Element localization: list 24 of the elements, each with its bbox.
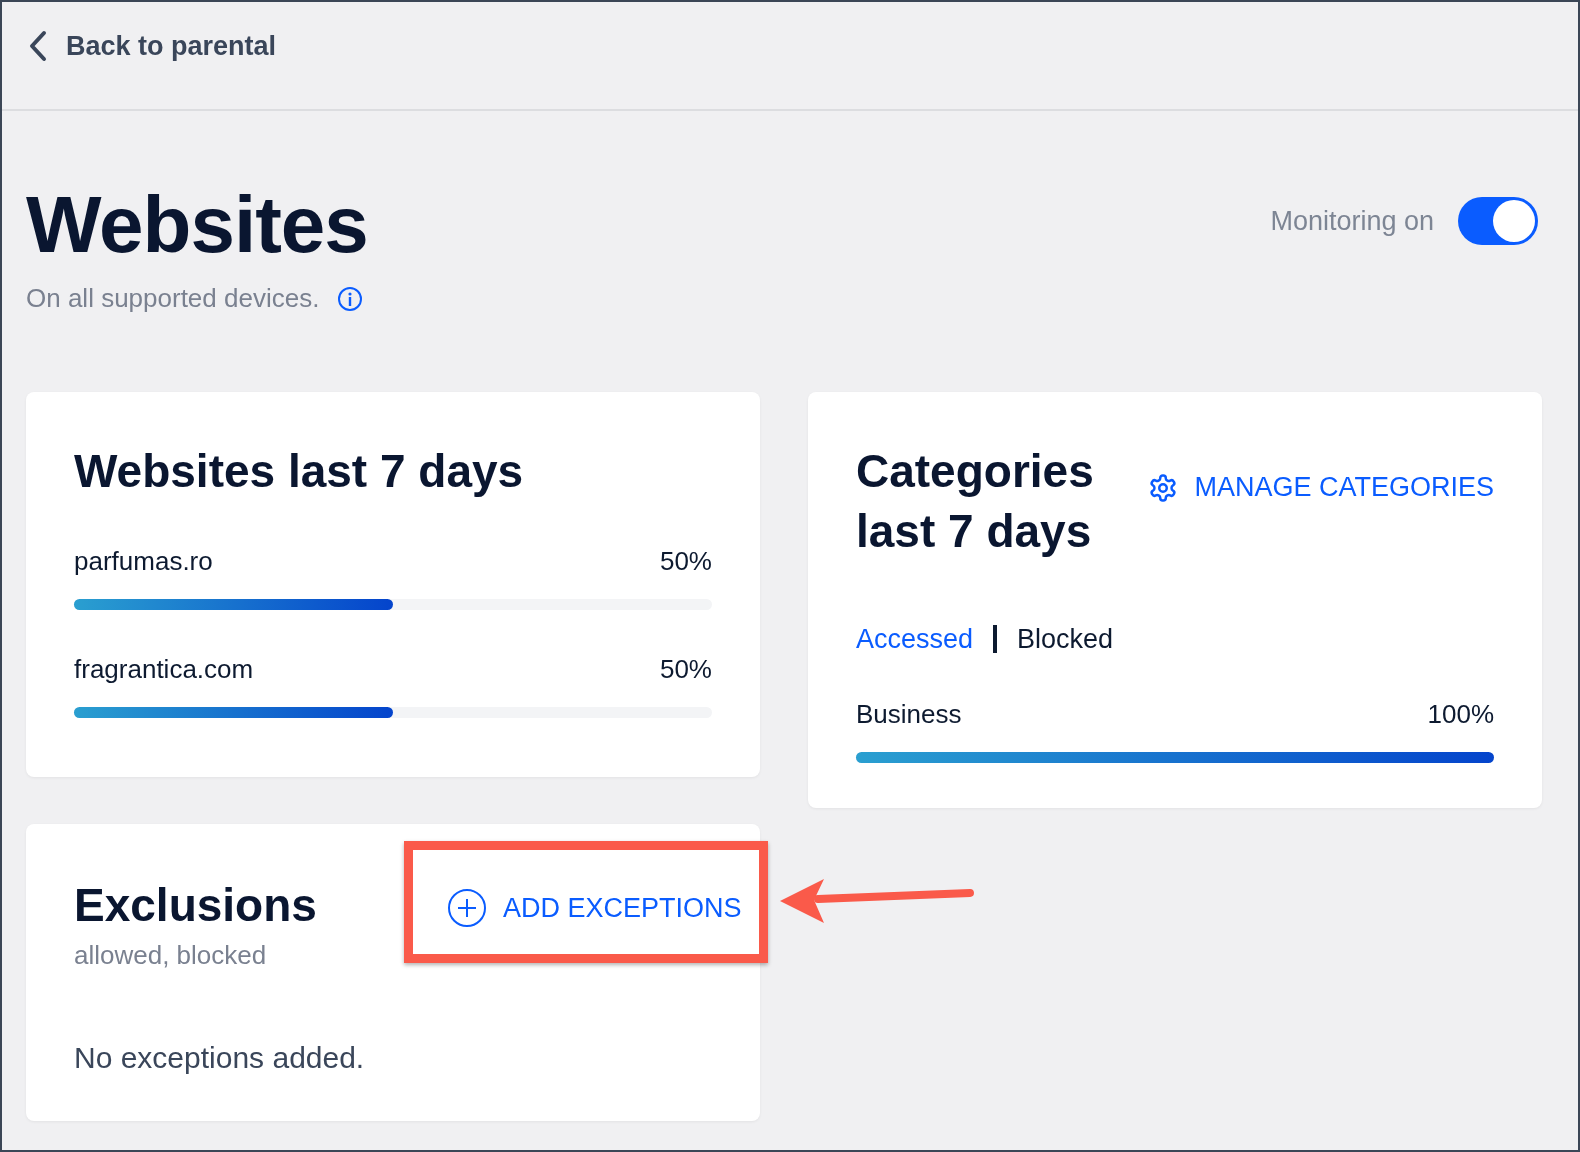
filter-tab[interactable]: Accessed (856, 623, 974, 655)
item-name: fragrantica.com (74, 653, 254, 685)
info-icon[interactable] (337, 285, 364, 312)
monitoring-toggle[interactable] (1458, 197, 1538, 245)
chevron-left-icon (28, 30, 48, 62)
add-exceptions-button[interactable]: ADD EXCEPTIONS (446, 888, 742, 928)
card-title: Exclusions (74, 878, 317, 933)
card-subtitle: allowed, blocked (74, 939, 268, 971)
page-subtitle: On all supported devices. (26, 283, 320, 314)
item-percent: 50% (659, 653, 712, 685)
item-percent: 100% (1427, 698, 1494, 730)
filter-tab[interactable]: Blocked (1017, 623, 1114, 655)
back-link[interactable]: Back to parental (28, 30, 277, 62)
plus-circle-icon (446, 888, 487, 928)
item-name: parfumas.ro (74, 545, 213, 577)
manage-categories-button[interactable]: MANAGE CATEGORIES (1148, 472, 1494, 503)
gear-icon (1148, 472, 1179, 503)
card-title: Categories last 7 days (856, 444, 1095, 559)
item-percent: 50% (659, 545, 712, 577)
page-title: Websites (26, 185, 368, 265)
card-title: Websites last 7 days (74, 444, 525, 499)
empty-message: No exceptions added. (74, 1040, 366, 1075)
monitoring-label: Monitoring on (1270, 205, 1434, 237)
item-name: Business (856, 698, 962, 730)
